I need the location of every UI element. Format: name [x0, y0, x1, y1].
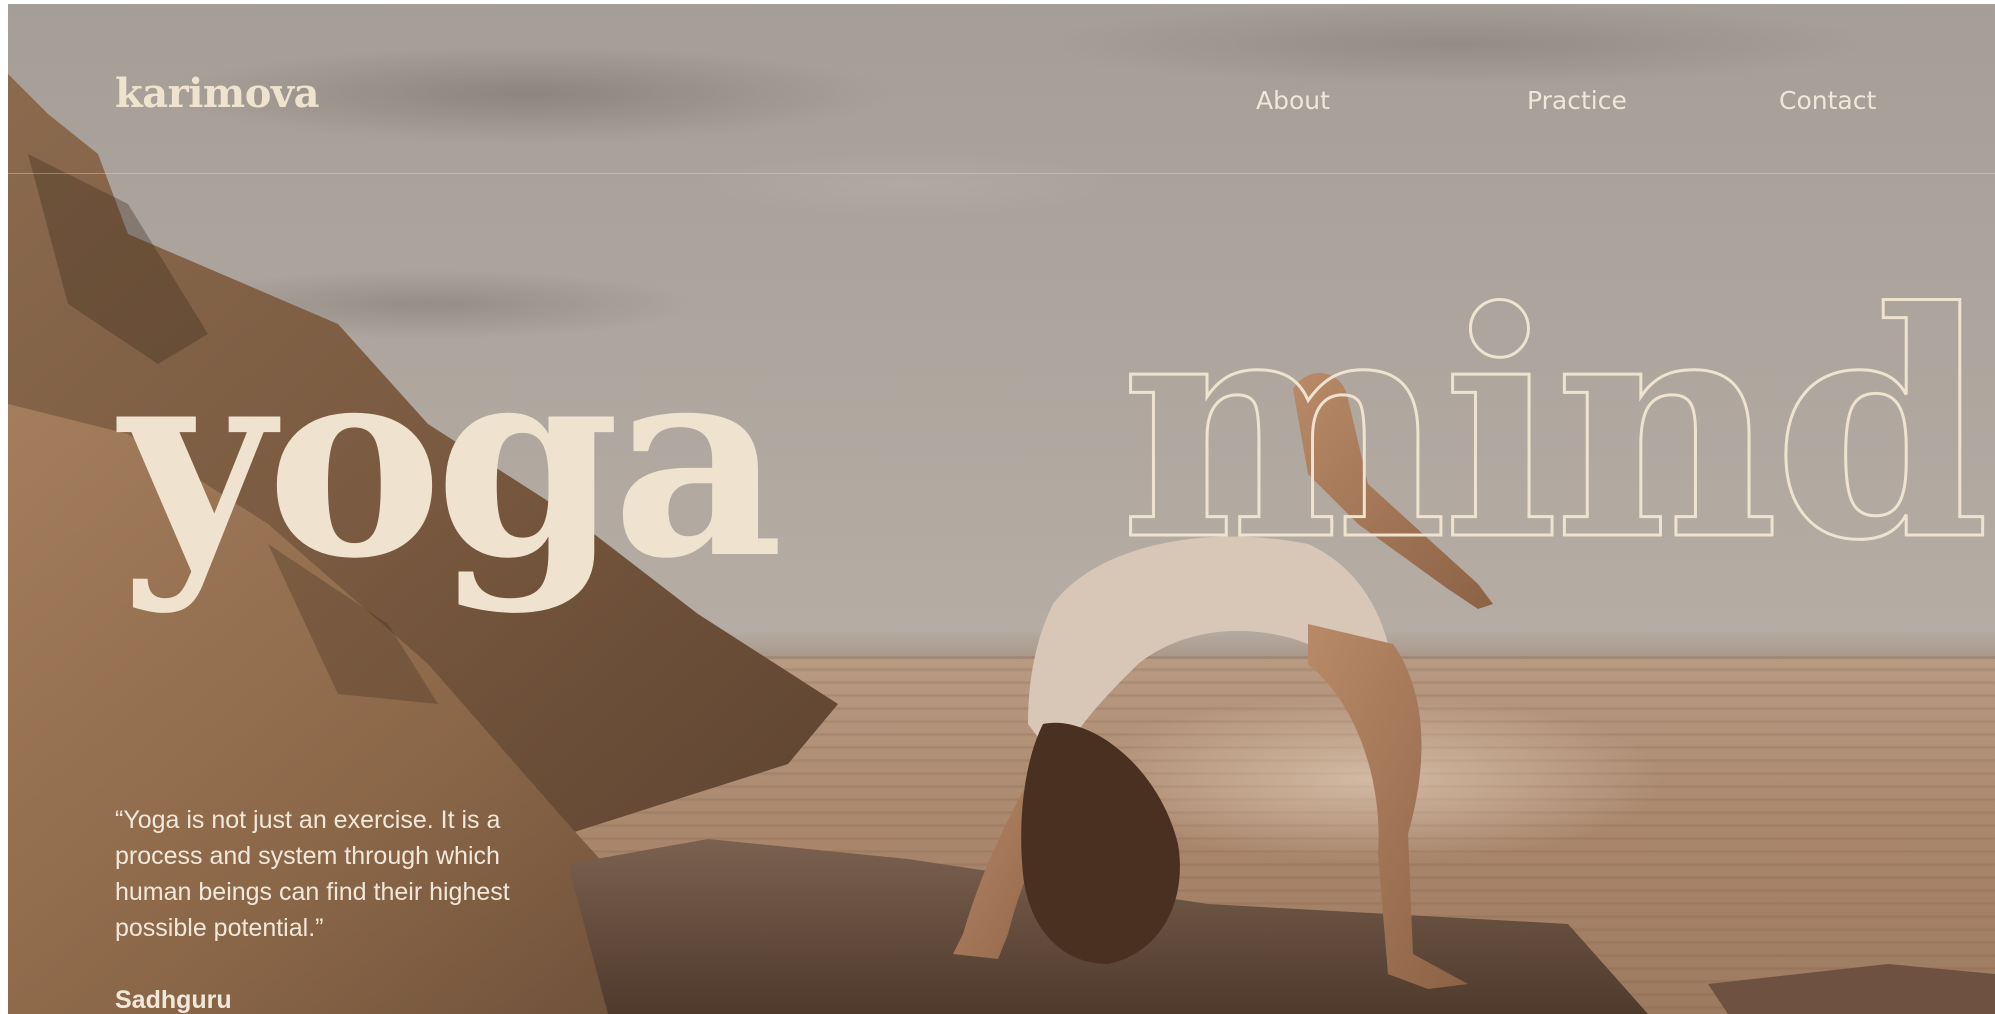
hero-title-mind: mind: [1119, 245, 1992, 609]
header-divider: [8, 173, 1995, 174]
quote-author: Sadhguru: [115, 986, 232, 1014]
nav-link-contact[interactable]: Contact: [1779, 86, 1876, 115]
hero-quote: “Yoga is not just an exercise. It is a p…: [115, 806, 510, 942]
brand-logo[interactable]: karimova: [115, 70, 320, 117]
nav-link-about[interactable]: About: [1256, 86, 1330, 115]
hero-title-yoga: yoga: [120, 306, 784, 617]
nav-link-practice[interactable]: Practice: [1527, 86, 1627, 115]
hero-section: karimova About Practice Contact yoga min…: [8, 4, 1995, 1014]
